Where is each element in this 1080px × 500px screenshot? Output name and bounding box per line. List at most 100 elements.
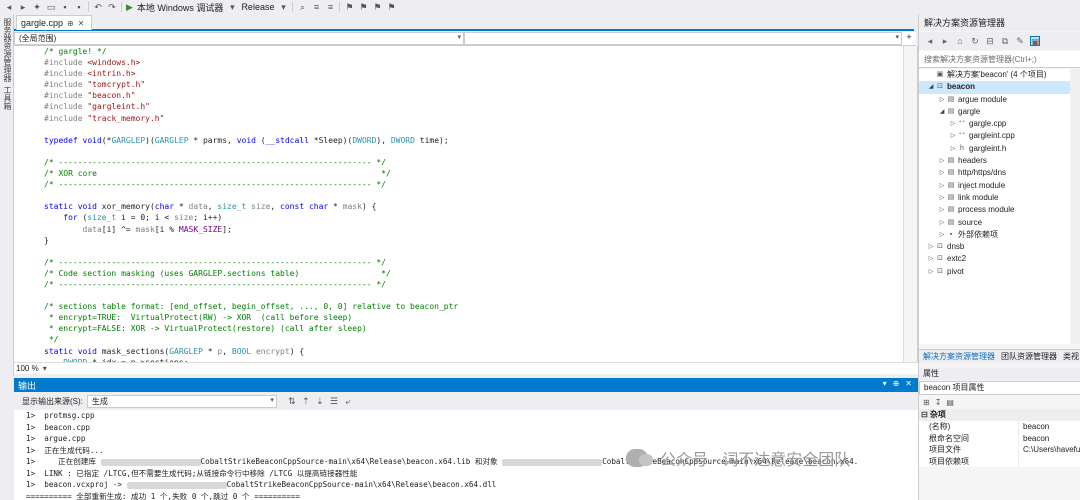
expand-arrow-icon[interactable]: ▷	[949, 130, 957, 142]
close-icon[interactable]: ✕	[905, 379, 912, 388]
next-message-icon[interactable]: ⇣	[315, 396, 325, 406]
undo-icon[interactable]: ↶	[93, 2, 103, 12]
forward-icon[interactable]: ▸	[940, 36, 950, 46]
expand-arrow-icon[interactable]: ▷	[938, 192, 946, 204]
property-category[interactable]: ⊟ 杂项	[919, 409, 1080, 421]
property-row[interactable]: 根命名空间 beacon	[919, 432, 1080, 444]
tree-item[interactable]: ◢ ⊡ beacon	[919, 81, 1080, 94]
code-line[interactable]: }	[44, 235, 902, 246]
code-line[interactable]: */	[44, 334, 902, 345]
prev-message-icon[interactable]: ⇡	[301, 396, 311, 406]
toolbox-tab[interactable]: 工具箱	[2, 86, 13, 110]
tab-team-explorer[interactable]: 团队资源管理器	[1001, 351, 1057, 362]
save-all-icon[interactable]: ▪	[74, 2, 84, 12]
show-all-files-icon[interactable]: ⧉	[1000, 36, 1010, 46]
code-line[interactable]	[44, 290, 902, 301]
pin-icon[interactable]: ⊕	[67, 19, 74, 28]
tree-item[interactable]: ▷ ▤ argue module	[919, 94, 1080, 106]
code-line[interactable]	[44, 146, 902, 157]
tree-item[interactable]: ▷ ▤ headers	[919, 155, 1080, 167]
expand-arrow-icon[interactable]: ▷	[938, 229, 946, 241]
find-icon[interactable]: ⌕	[297, 2, 307, 12]
expand-arrow-icon[interactable]: ▷	[938, 155, 946, 167]
expand-arrow-icon[interactable]: ▷	[938, 204, 946, 216]
expand-arrow-icon[interactable]: ▷	[938, 94, 946, 106]
find-message-icon[interactable]: ⇅	[287, 396, 297, 406]
tree-item[interactable]: ▷ ▤ link module	[919, 192, 1080, 204]
preview-icon[interactable]: ▣	[1030, 36, 1040, 47]
zoom-level[interactable]: 100 %	[16, 364, 39, 373]
property-row[interactable]: 项目文件 C:\Users\havefu	[919, 444, 1080, 456]
expanded-arrow-icon[interactable]: ◢	[927, 81, 935, 93]
solution-scrollbar[interactable]	[1070, 69, 1080, 344]
forward-icon[interactable]: ▸	[18, 2, 28, 12]
close-icon[interactable]: ✕	[78, 19, 85, 28]
tree-item[interactable]: ▣ 解决方案'beacon' (4 个项目)	[919, 69, 1080, 81]
save-icon[interactable]: ▪	[60, 2, 70, 12]
expand-arrow-icon[interactable]: ▷	[938, 167, 946, 179]
pin-icon[interactable]: ⊕	[893, 379, 900, 388]
comment-icon[interactable]: ≡	[311, 2, 321, 12]
code-line[interactable]: −static void mask_sections(GARGLEP * p, …	[44, 346, 902, 357]
code-line[interactable]: #include "gargleint.h"	[44, 101, 902, 112]
chevron-down-icon[interactable]: ▾	[278, 2, 288, 12]
dropdown-icon[interactable]: ▾	[883, 379, 887, 388]
code-line[interactable]: #include "beacon.h"	[44, 90, 902, 101]
code-line[interactable]: /* -------------------------------------…	[44, 179, 902, 190]
start-debug-icon[interactable]: ▶	[126, 2, 133, 13]
tree-item[interactable]: ▷ ▪ 外部依赖项	[919, 229, 1080, 241]
code-line[interactable]: typedef void(*GARGLEP)(GARGLEP * parms, …	[44, 135, 902, 146]
code-line[interactable]: * encrypt=FALSE: XOR -> VirtualProtect(r…	[44, 323, 902, 334]
code-line[interactable]	[44, 124, 902, 135]
solution-tree[interactable]: ▣ 解决方案'beacon' (4 个项目) ◢ ⊡ beacon ▷ ▤ argue mod…	[919, 69, 1080, 344]
tree-item[interactable]: ▷ ⊡ dnsb	[919, 241, 1080, 253]
scope-select[interactable]: (全局范围) ▾	[14, 32, 464, 45]
code-line[interactable]: /* Code section masking (uses GARGLEP.se…	[44, 268, 902, 279]
collapse-all-icon[interactable]: ⊟	[985, 36, 995, 46]
chevron-down-icon[interactable]: ▾	[43, 364, 47, 373]
alphabetical-icon[interactable]: ↧	[935, 398, 942, 407]
code-line[interactable]: /* -------------------------------------…	[44, 157, 902, 168]
bookmark-prev-icon[interactable]: ⚑	[358, 2, 368, 12]
tab-class-view[interactable]: 类视	[1063, 351, 1079, 362]
output-source-select[interactable]: 生成 ▾	[86, 394, 277, 408]
split-icon[interactable]: +	[902, 32, 916, 45]
code-line[interactable]: /* -------------------------------------…	[44, 257, 902, 268]
editor-scrollbar[interactable]	[903, 46, 917, 362]
property-row[interactable]: (名称) beacon	[919, 421, 1080, 433]
solution-search-input[interactable]: 搜索解决方案资源管理器(Ctrl+;)	[919, 51, 1080, 68]
clear-all-icon[interactable]: ☰	[329, 396, 339, 406]
word-wrap-icon[interactable]: ⤶	[343, 396, 353, 406]
code-line[interactable]: #include "tomcrypt.h"	[44, 79, 902, 90]
new-project-icon[interactable]: ✦	[32, 2, 42, 12]
tab-solution-explorer[interactable]: 解决方案资源管理器	[923, 351, 995, 362]
code-lines[interactable]: /* gargle! */−#include <windows.h>#inclu…	[44, 46, 902, 362]
tree-item[interactable]: ▷ ▤ http/https/dns	[919, 167, 1080, 179]
properties-object-select[interactable]: beacon 项目属性	[919, 381, 1080, 395]
debug-target-button[interactable]: 本地 Windows 调试器	[137, 1, 224, 14]
code-line[interactable]: −#include <windows.h>	[44, 57, 902, 68]
back-icon[interactable]: ◂	[4, 2, 14, 12]
expand-arrow-icon[interactable]: ▷	[927, 241, 935, 253]
redo-icon[interactable]: ↷	[107, 2, 117, 12]
code-line[interactable]: #include "track_memory.h"	[44, 113, 902, 124]
expand-arrow-icon[interactable]: ▷	[949, 118, 957, 130]
tree-item[interactable]: ◢ ▤ gargle	[919, 106, 1080, 118]
tree-item[interactable]: ▷ ⁺⁺ gargleint.cpp	[919, 130, 1080, 142]
expand-arrow-icon[interactable]: ▷	[938, 217, 946, 229]
tab-gargle-cpp[interactable]: gargle.cpp ⊕ ✕	[16, 15, 92, 30]
expanded-arrow-icon[interactable]: ◢	[938, 106, 946, 118]
member-select[interactable]: ▾	[464, 32, 902, 45]
home-icon[interactable]: ⌂	[955, 36, 965, 46]
code-line[interactable]: −static void xor_memory(char * data, siz…	[44, 201, 902, 212]
server-explorer-tab[interactable]: 服务器资源管理器	[2, 18, 13, 82]
expand-arrow-icon[interactable]: ▷	[938, 180, 946, 192]
tree-item[interactable]: ▷ ⊡ extc2	[919, 253, 1080, 265]
code-line[interactable]	[44, 190, 902, 201]
code-line[interactable]: data[i] ^= mask[i % MASK_SIZE];	[44, 224, 902, 235]
bookmark-icon[interactable]: ⚑	[344, 2, 354, 12]
code-line[interactable]: /* XOR core */	[44, 168, 902, 179]
property-pages-icon[interactable]: ▤	[946, 398, 954, 407]
bookmark-next-icon[interactable]: ⚑	[372, 2, 382, 12]
categorized-icon[interactable]: ⊞	[923, 398, 930, 407]
